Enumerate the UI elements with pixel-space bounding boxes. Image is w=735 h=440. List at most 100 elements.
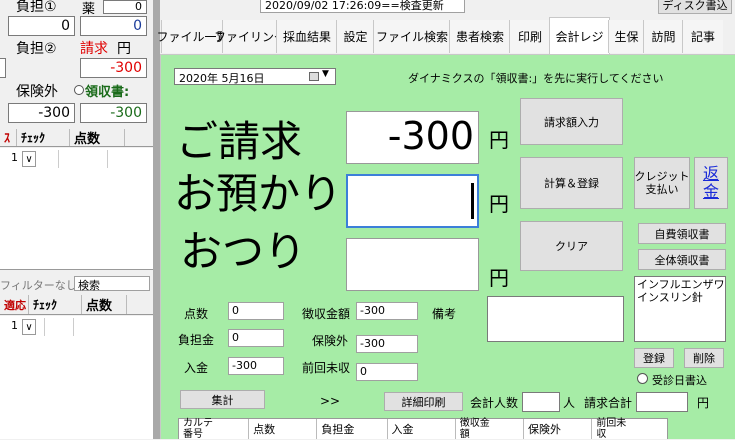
grid-header-outside[interactable]: 保険外: [524, 419, 593, 439]
outside-label: 保険外: [16, 84, 58, 100]
delete-button[interactable]: 削除: [684, 348, 724, 368]
payment-label: 入金: [184, 361, 209, 375]
search-label: 検索: [78, 279, 100, 292]
receipt-radio[interactable]: [74, 85, 84, 95]
accounting-grid-header: カルテ 番号 点数 負担金 入金 徴収金 額 保険外 前回未 収: [178, 418, 668, 440]
tab-welfare[interactable]: 生保: [608, 20, 644, 53]
points-field[interactable]: 0: [228, 302, 284, 320]
burden1-value-field[interactable]: 0: [8, 16, 75, 36]
bill-value-field[interactable]: -300: [80, 58, 147, 78]
grid-scroll-area[interactable]: [668, 418, 708, 439]
visit-date-radio[interactable]: [637, 373, 648, 384]
clear-button[interactable]: クリア: [520, 221, 623, 271]
receipt-value-field[interactable]: -300: [80, 103, 147, 123]
table2-header-points[interactable]: 点数: [82, 295, 127, 314]
grid-header-points[interactable]: 点数: [249, 419, 318, 439]
date-value: 2020年 5月16日: [179, 72, 265, 85]
chevron-down-icon[interactable]: ∨: [22, 151, 36, 167]
grid-header-collected-label: 徴収金 額: [459, 418, 490, 440]
change-big-label: おつり: [180, 227, 307, 276]
drug-value-field[interactable]: 0: [103, 0, 147, 14]
tab-settings[interactable]: 設定: [336, 20, 374, 53]
tab-file-search[interactable]: ファイル検索: [373, 20, 450, 53]
tab-print[interactable]: 印刷: [509, 20, 550, 53]
tab-register[interactable]: 会計レジ: [549, 17, 610, 54]
grid-header-chart-number[interactable]: カルテ 番号: [179, 418, 250, 440]
grid-header-burden[interactable]: 負担金: [317, 419, 388, 439]
grid-header-prev-unpaid[interactable]: 前回未 収: [592, 418, 667, 440]
outside-insurance-label: 保険外: [312, 334, 349, 348]
total-button[interactable]: 集計: [180, 390, 265, 409]
chevron-down-icon[interactable]: ∨: [22, 319, 36, 335]
tab-blood-results[interactable]: 採血結果: [276, 20, 337, 53]
table2-header: 適応 ﾁｪｯｸ 点数: [0, 295, 153, 315]
table-row[interactable]: 1 ∨: [0, 150, 153, 168]
remarks-field[interactable]: [487, 296, 624, 342]
receipt-label: 領収書:: [85, 85, 130, 100]
deposit-yen: 円: [489, 192, 509, 216]
outside-insurance-field[interactable]: -300: [356, 335, 418, 353]
search-field[interactable]: 検索: [74, 276, 150, 292]
burden-field[interactable]: 0: [228, 329, 284, 347]
calc-register-button[interactable]: 計算＆登録: [520, 157, 623, 209]
deposit-big-label: お預かり: [174, 169, 343, 218]
change-amount-field[interactable]: [346, 238, 479, 291]
status-text: 2020/09/02 17:26:09==検査更新: [265, 0, 444, 12]
count-field[interactable]: [522, 392, 560, 412]
grid-header-outside-label: 保険外: [528, 423, 562, 436]
burden-value: 0: [232, 331, 239, 344]
register-entry-button[interactable]: 登録: [634, 348, 674, 368]
credit-payment-button[interactable]: クレジット 支払い: [634, 157, 690, 209]
detail-print-button[interactable]: 詳細印刷: [384, 392, 463, 411]
grid-header-points-label: 点数: [253, 423, 276, 436]
text-cursor: [471, 183, 474, 219]
burden2-label: 負担②: [16, 41, 57, 57]
grid-header-collected[interactable]: 徴収金 額: [456, 418, 525, 440]
disk-write-button[interactable]: ディスク書込: [658, 0, 732, 14]
count-unit: 人: [563, 396, 576, 410]
refund-button[interactable]: 返金: [694, 157, 728, 209]
row-cell[interactable]: [58, 150, 108, 168]
row-cell[interactable]: [44, 318, 74, 336]
table2-header-check[interactable]: ﾁｪｯｸ: [29, 295, 82, 314]
calendar-icon[interactable]: [309, 72, 319, 81]
collected-label: 徴収金額: [302, 307, 351, 321]
left-blank-field[interactable]: [0, 58, 6, 78]
memo-text: インフルエンザワクチ インスリン針: [637, 278, 725, 304]
collected-field[interactable]: -300: [356, 302, 418, 320]
prev-unpaid-value: 0: [360, 365, 367, 378]
total-label: 請求合計: [584, 396, 633, 410]
bill-input-button[interactable]: 請求額入力: [520, 98, 623, 145]
tab-visit[interactable]: 訪問: [643, 20, 683, 53]
outside-insurance-value: -300: [360, 337, 385, 350]
total-field[interactable]: [636, 392, 688, 412]
chevron-down-icon[interactable]: ▼: [322, 69, 329, 79]
table-row[interactable]: 1 ∨: [0, 318, 153, 336]
date-picker[interactable]: 2020年 5月16日 ▼: [174, 68, 336, 85]
table2-header-apply[interactable]: 適応: [0, 295, 29, 314]
all-receipt-button[interactable]: 全体領収書: [638, 249, 726, 270]
tab-patient-search[interactable]: 患者検索: [449, 20, 510, 53]
arrows-label: >>: [320, 394, 341, 408]
change-yen: 円: [489, 266, 509, 290]
table1-header-col1[interactable]: ｽ: [0, 129, 17, 146]
grid-header-payment-label: 入金: [391, 423, 414, 436]
grid-header-payment[interactable]: 入金: [388, 419, 456, 439]
deposit-amount-field[interactable]: [346, 174, 479, 228]
tab-filing[interactable]: ファイリング: [214, 20, 286, 53]
remarks-label: 備考: [432, 307, 457, 321]
table1-header-points[interactable]: 点数: [70, 129, 125, 147]
table1-header-check[interactable]: ﾁｪｯｸ: [17, 129, 70, 146]
bill-amount-field[interactable]: -300: [346, 111, 479, 164]
points-label: 点数: [184, 307, 209, 321]
collected-value: -300: [360, 304, 385, 317]
prev-unpaid-field[interactable]: 0: [356, 363, 418, 381]
burden1-value2-field[interactable]: 0: [80, 16, 147, 36]
payment-field[interactable]: -300: [228, 357, 284, 375]
drug-label: 薬: [82, 2, 96, 17]
tab-article[interactable]: 記事: [682, 20, 723, 53]
memo-list[interactable]: インフルエンザワクチ インスリン針: [634, 276, 726, 342]
self-receipt-button[interactable]: 自費領収書: [638, 223, 726, 244]
refund-label: 返金: [702, 164, 719, 201]
outside-value-field[interactable]: -300: [8, 103, 75, 123]
